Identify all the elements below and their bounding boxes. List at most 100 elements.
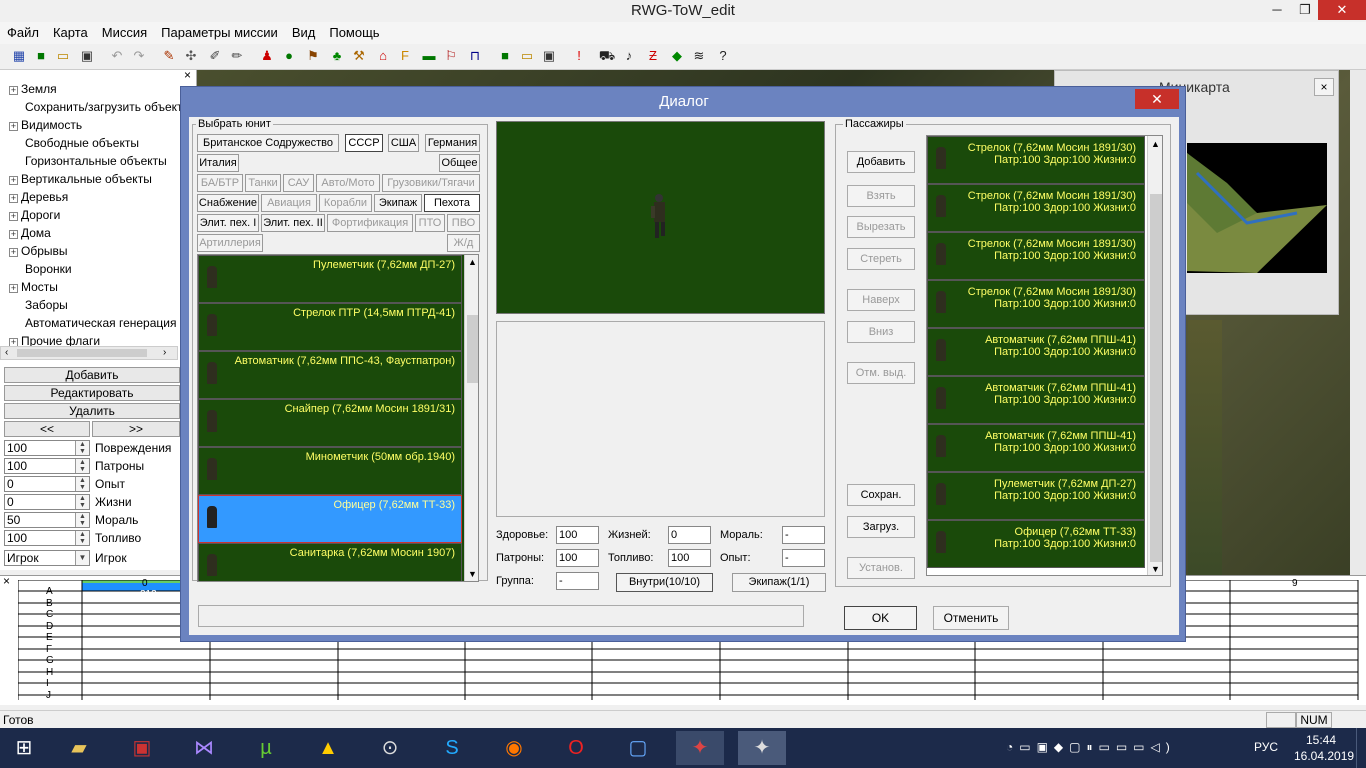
passenger-item[interactable]: Автоматчик (7,62мм ППШ-41) Патр:100 Здор:…: [927, 424, 1145, 472]
tank-icon[interactable]: ⛟: [598, 47, 616, 65]
unit-list-item[interactable]: Автоматчик (7,62мм ППС-43, Фаустпатрон): [198, 351, 462, 399]
house-tool-icon[interactable]: ⌂: [374, 47, 392, 65]
param-spinner[interactable]: 50 ▲ ▼: [4, 512, 90, 528]
weather-icon[interactable]: ≋: [690, 47, 708, 65]
tree-item[interactable]: Воронки: [0, 260, 180, 278]
category-tab[interactable]: Ж/д: [447, 234, 480, 252]
category-tab[interactable]: БА/БТР: [197, 174, 243, 192]
param-spinner[interactable]: 100 ▲ ▼: [4, 440, 90, 456]
spin-arrows-icon[interactable]: ▲ ▼: [75, 441, 89, 455]
ok-button[interactable]: OK: [844, 606, 917, 630]
tree-item[interactable]: Заборы: [0, 296, 180, 314]
unit-list[interactable]: Пулеметчик (7,62мм ДП-27) Стрелок ПТР (14…: [197, 254, 479, 582]
spin-arrows-icon[interactable]: ▲ ▼: [75, 459, 89, 473]
fuel-field[interactable]: 100: [668, 549, 711, 567]
nation-tab[interactable]: СССР: [345, 134, 383, 152]
terrain-tool-icon[interactable]: ●: [280, 47, 298, 65]
dialog-close-button[interactable]: ✕: [1135, 89, 1179, 109]
cancel-button[interactable]: Отменить: [933, 606, 1009, 630]
tree-item[interactable]: + Мосты: [0, 278, 180, 296]
passenger-item[interactable]: Стрелок (7,62мм Мосин 1891/30) Патр:100 З…: [927, 280, 1145, 328]
menu-mission-params[interactable]: Параметры миссии: [154, 22, 285, 44]
category-tab[interactable]: Снабжение: [197, 194, 259, 212]
tree-item[interactable]: + Вертикальные объекты: [0, 170, 180, 188]
expand-icon[interactable]: +: [9, 230, 18, 239]
passenger-scroll-thumb[interactable]: [1150, 194, 1162, 562]
nation-tab[interactable]: Британское Содружество: [197, 134, 339, 152]
category-tab[interactable]: Авто/Мото: [316, 174, 380, 192]
health-field[interactable]: 100: [556, 526, 599, 544]
passenger-item[interactable]: Стрелок (7,62мм Мосин 1891/30) Патр:100 З…: [927, 232, 1145, 280]
undo-icon[interactable]: ↶: [108, 47, 126, 65]
scroll-thumb[interactable]: [17, 349, 147, 357]
add-button[interactable]: Добавить: [4, 367, 180, 383]
start-button-icon[interactable]: ⊞: [0, 731, 48, 765]
passenger-scroll-up-icon[interactable]: ▲: [1151, 139, 1160, 149]
tray-icons[interactable]: ◔▭▣◆▢⏸▭▭▭◁): [1006, 740, 1176, 755]
menu-map[interactable]: Карта: [46, 22, 95, 44]
expand-icon[interactable]: +: [9, 194, 18, 203]
scroll-right-icon[interactable]: ›: [163, 347, 166, 358]
category-tab[interactable]: Элит. пех. I: [197, 214, 259, 232]
unit-list-scroll-thumb[interactable]: [467, 315, 478, 383]
passenger-side-button[interactable]: Наверх: [847, 289, 915, 311]
passenger-item[interactable]: Стрелок (7,62мм Мосин 1891/30) Патр:100 З…: [927, 136, 1145, 184]
prev-button[interactable]: <<: [4, 421, 90, 437]
script-icon[interactable]: Ƶ: [644, 47, 662, 65]
player-select[interactable]: Игрок ▼: [4, 550, 90, 566]
tree-item[interactable]: + Земля: [0, 80, 180, 98]
next-button[interactable]: >>: [92, 421, 180, 437]
remote-desktop-icon[interactable]: ▢: [614, 731, 662, 765]
tree-item[interactable]: + Видимость: [0, 116, 180, 134]
passenger-side-button[interactable]: Загруз.: [847, 516, 915, 538]
nation-tab[interactable]: Италия: [197, 154, 239, 172]
scroll-down-icon[interactable]: ▼: [468, 569, 477, 579]
vehicle-tool-icon[interactable]: ▬: [420, 47, 438, 65]
param-spinner[interactable]: 100 ▲ ▼: [4, 530, 90, 546]
ammo-field[interactable]: 100: [556, 549, 599, 567]
game-app-icon[interactable]: ✦: [676, 731, 724, 765]
menu-help[interactable]: Помощь: [322, 22, 386, 44]
units-tool-icon[interactable]: ♟: [258, 47, 276, 65]
unit-list-item[interactable]: Стрелок ПТР (14,5мм ПТРД-41): [198, 303, 462, 351]
expand-icon[interactable]: +: [9, 212, 18, 221]
tree-item[interactable]: + Обрывы: [0, 242, 180, 260]
tree-item[interactable]: Горизонтальные объекты: [0, 152, 180, 170]
passenger-side-button[interactable]: Взять: [847, 185, 915, 207]
morale-field[interactable]: -: [782, 526, 825, 544]
scroll-up-icon[interactable]: ▲: [468, 257, 477, 267]
passenger-side-button[interactable]: Вырезать: [847, 216, 915, 238]
category-tab[interactable]: Танки: [245, 174, 281, 192]
left-pane-close-icon[interactable]: ×: [184, 68, 191, 82]
flag-tool-icon[interactable]: ⚐: [442, 47, 460, 65]
nation-tab[interactable]: Общее: [439, 154, 480, 172]
menu-view[interactable]: Вид: [285, 22, 323, 44]
grid-close-icon[interactable]: ×: [3, 574, 10, 588]
passenger-list-scrollbar[interactable]: ▲ ▼: [1147, 136, 1162, 575]
passenger-item[interactable]: Пулеметчик (7,62мм ДП-27) Патр:100 Здор:1…: [927, 472, 1145, 520]
crew-button[interactable]: Экипаж(1/1): [732, 573, 826, 592]
lives-field[interactable]: 0: [668, 526, 711, 544]
skype-icon[interactable]: S: [428, 731, 476, 765]
category-tab[interactable]: САУ: [283, 174, 314, 192]
edit-button[interactable]: Редактировать: [4, 385, 180, 401]
help-icon[interactable]: ?: [714, 47, 732, 65]
dropdown-arrow-icon[interactable]: ▼: [75, 551, 89, 565]
tree-horizontal-scrollbar[interactable]: ‹ ›: [0, 346, 178, 360]
minimap-close-button[interactable]: ×: [1314, 78, 1334, 96]
passenger-side-button[interactable]: Отм. выд.: [847, 362, 915, 384]
spin-arrows-icon[interactable]: ▲ ▼: [75, 495, 89, 509]
close-window-button[interactable]: ✕: [1318, 0, 1366, 20]
app-triangle-icon[interactable]: ▲: [304, 731, 352, 765]
nation-tab[interactable]: США: [388, 134, 419, 152]
passenger-side-button[interactable]: Установ.: [847, 557, 915, 579]
explorer-icon[interactable]: ▰: [55, 731, 103, 765]
passenger-side-button[interactable]: Добавить: [847, 151, 915, 173]
category-tab[interactable]: Артиллерия: [197, 234, 263, 252]
menu-file[interactable]: Файл: [0, 22, 46, 44]
passenger-scroll-down-icon[interactable]: ▼: [1151, 564, 1160, 574]
save-mission-icon[interactable]: ▣: [540, 47, 558, 65]
nation-tab[interactable]: Германия: [425, 134, 480, 152]
passenger-side-button[interactable]: Сохран.: [847, 484, 915, 506]
category-tab[interactable]: Экипаж: [374, 194, 422, 212]
